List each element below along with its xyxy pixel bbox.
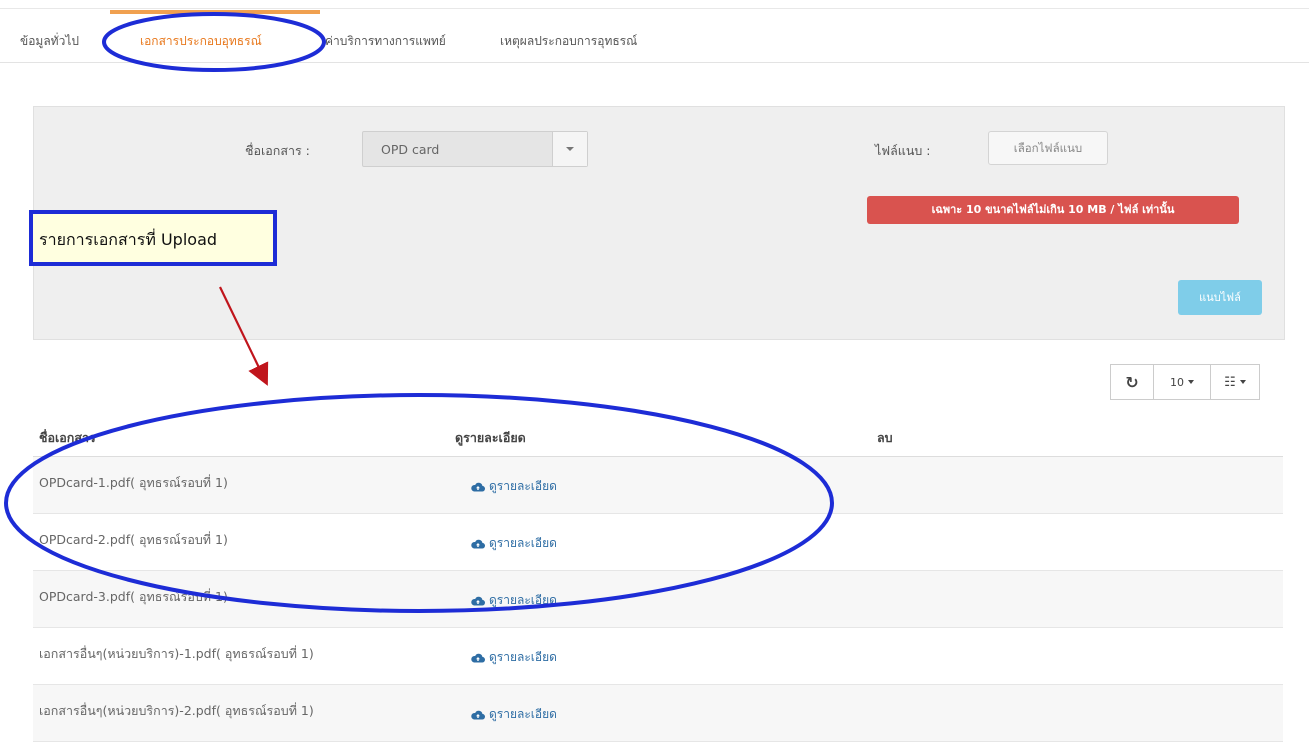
refresh-button[interactable]: ↻ bbox=[1110, 364, 1154, 400]
column-header-delete[interactable]: ลบ bbox=[877, 428, 893, 448]
annotation-callout-text: รายการเอกสารที่ Upload bbox=[39, 230, 218, 249]
view-details-label: ดูรายละเอียด bbox=[489, 707, 557, 721]
view-details-label: ดูรายละเอียด bbox=[489, 593, 557, 607]
cloud-upload-icon bbox=[471, 710, 485, 720]
columns-icon: ☷ bbox=[1224, 374, 1236, 390]
doc-name-cell: เอกสารอื่นๆ(หน่วยบริการ)-1.pdf( อุทธรณ์ร… bbox=[39, 646, 314, 661]
table-row: OPDcard-1.pdf( อุทธรณ์รอบที่ 1) ดูรายละเ… bbox=[33, 457, 1283, 514]
page-size-dropdown[interactable]: 10 bbox=[1153, 364, 1211, 400]
cloud-upload-icon bbox=[471, 539, 485, 549]
refresh-icon: ↻ bbox=[1125, 372, 1139, 392]
tab-appeal-documents[interactable]: เอกสารประกอบอุทธรณ์ bbox=[140, 32, 262, 51]
columns-dropdown[interactable]: ☷ bbox=[1210, 364, 1260, 400]
file-limit-warning-badge: เฉพาะ 10 ขนาดไฟล์ไม่เกิน 10 MB / ไฟล์ เท… bbox=[867, 196, 1239, 224]
tab-bar: ข้อมูลทั่วไป เอกสารประกอบอุทธรณ์ ค่าบริก… bbox=[0, 10, 1309, 63]
table-row: เอกสารอื่นๆ(หน่วยบริการ)-2.pdf( อุทธรณ์ร… bbox=[33, 685, 1283, 742]
view-details-link[interactable]: ดูรายละเอียด bbox=[471, 648, 557, 667]
doc-name-cell: OPDcard-1.pdf( อุทธรณ์รอบที่ 1) bbox=[39, 475, 228, 490]
column-header-doc-name[interactable]: ชื่อเอกสาร bbox=[39, 428, 96, 448]
page-size-value: 10 bbox=[1170, 375, 1184, 389]
upload-file-button[interactable]: แนบไฟล์ bbox=[1178, 280, 1262, 315]
table-toolbar: ↻ 10 ☷ bbox=[1110, 364, 1260, 400]
view-details-link[interactable]: ดูรายละเอียด bbox=[471, 477, 557, 496]
column-header-details[interactable]: ดูรายละเอียด bbox=[455, 428, 526, 448]
cloud-upload-icon bbox=[471, 653, 485, 663]
view-details-label: ดูรายละเอียด bbox=[489, 650, 557, 664]
doc-name-cell: เอกสารอื่นๆ(หน่วยบริการ)-2.pdf( อุทธรณ์ร… bbox=[39, 703, 314, 718]
table-row: เอกสารอื่นๆ(หน่วยบริการ)-1.pdf( อุทธรณ์ร… bbox=[33, 628, 1283, 685]
view-details-link[interactable]: ดูรายละเอียด bbox=[471, 534, 557, 553]
doc-name-cell: OPDcard-2.pdf( อุทธรณ์รอบที่ 1) bbox=[39, 532, 228, 547]
tab-appeal-reasons[interactable]: เหตุผลประกอบการอุทธรณ์ bbox=[500, 32, 637, 51]
cloud-upload-icon bbox=[471, 596, 485, 606]
attach-label: ไฟล์แนบ : bbox=[875, 143, 931, 158]
table-row: OPDcard-2.pdf( อุทธรณ์รอบที่ 1) ดูรายละเ… bbox=[33, 514, 1283, 571]
chevron-down-icon bbox=[1239, 380, 1246, 384]
doc-name-label: ชื่อเอกสาร : bbox=[245, 143, 310, 158]
view-details-link[interactable]: ดูรายละเอียด bbox=[471, 705, 557, 724]
cloud-upload-icon bbox=[471, 482, 485, 492]
top-border bbox=[0, 8, 1309, 9]
chevron-down-icon bbox=[1188, 380, 1194, 384]
doc-name-select-value: OPD card bbox=[381, 142, 440, 157]
choose-file-button[interactable]: เลือกไฟล์แนบ bbox=[988, 131, 1108, 165]
view-details-link[interactable]: ดูรายละเอียด bbox=[471, 591, 557, 610]
table-row: OPDcard-3.pdf( อุทธรณ์รอบที่ 1) ดูรายละเ… bbox=[33, 571, 1283, 628]
doc-name-cell: OPDcard-3.pdf( อุทธรณ์รอบที่ 1) bbox=[39, 589, 228, 604]
tab-general-info[interactable]: ข้อมูลทั่วไป bbox=[20, 32, 79, 51]
tab-medical-charges[interactable]: ค่าบริการทางการแพทย์ bbox=[325, 32, 446, 51]
active-tab-indicator bbox=[110, 10, 320, 14]
chevron-down-icon bbox=[566, 147, 574, 151]
annotation-callout: รายการเอกสารที่ Upload bbox=[29, 210, 277, 266]
doc-name-select-toggle[interactable] bbox=[552, 132, 587, 166]
view-details-label: ดูรายละเอียด bbox=[489, 536, 557, 550]
doc-name-select[interactable]: OPD card bbox=[362, 131, 588, 167]
view-details-label: ดูรายละเอียด bbox=[489, 479, 557, 493]
